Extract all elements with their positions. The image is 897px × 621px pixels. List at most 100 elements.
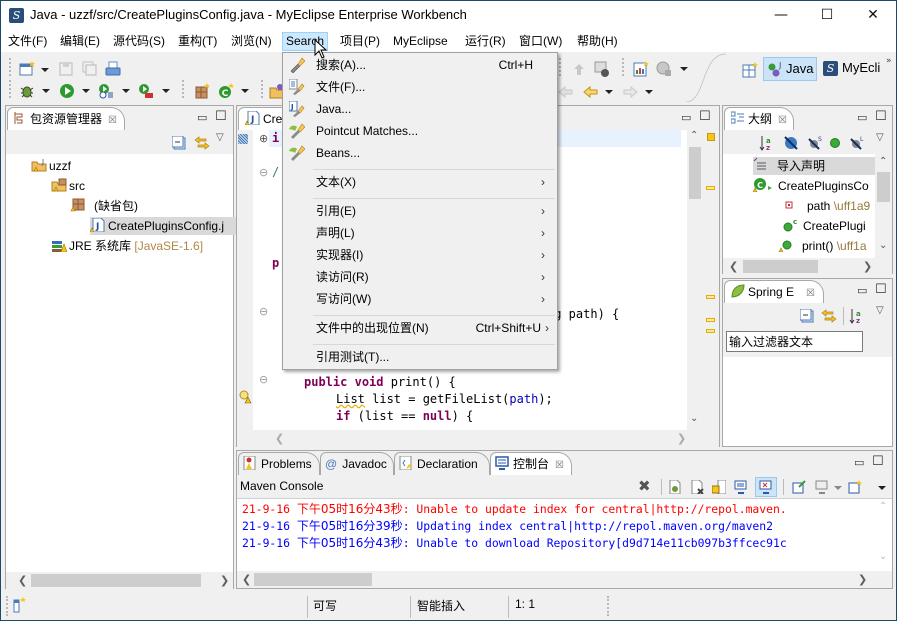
maximize-view-icon[interactable]: ☐ (215, 109, 227, 124)
editor-hscrollbar[interactable]: ❮ ❯ (237, 430, 719, 447)
outline-item-method[interactable]: print() \uff1a (778, 237, 867, 255)
scroll-lock-icon[interactable] (712, 480, 726, 494)
menu-item-implementors[interactable]: 实现器(I) › (285, 244, 555, 266)
toolbar-grip[interactable] (9, 58, 12, 76)
maximize-editor-icon[interactable]: ☐ (699, 109, 711, 124)
console-vscrollbar[interactable]: ⌃ ⌄ (875, 499, 892, 571)
run-history-icon[interactable] (98, 83, 114, 99)
forward-dropdown-icon[interactable] (645, 90, 653, 94)
scroll-left-icon[interactable]: ❮ (729, 258, 738, 275)
perspective-overflow-icon[interactable]: » (886, 56, 892, 66)
menu-item-occurrences-in-file[interactable]: 文件中的出现位置(N) Ctrl+Shift+U › (285, 317, 555, 339)
print-icon[interactable] (105, 61, 121, 77)
collapse-all-icon[interactable] (800, 309, 814, 323)
outline-item-constructor[interactable]: c CreatePlugi (783, 217, 866, 235)
display-console-dropdown-icon[interactable] (834, 486, 842, 490)
close-button[interactable]: ✕ (850, 1, 896, 30)
save-icon[interactable] (58, 61, 74, 77)
open-console-dropdown-icon[interactable] (878, 486, 886, 490)
menu-item-file-search[interactable]: 文件(F)... (285, 76, 555, 98)
maximize-view-icon[interactable]: ☐ (872, 454, 884, 469)
terminate-icon[interactable]: ✖ (638, 477, 651, 495)
scroll-left-icon[interactable]: ❮ (275, 430, 284, 447)
menu-refactor[interactable]: 重构(T) (175, 32, 220, 51)
link-with-editor-icon[interactable] (821, 308, 837, 324)
scroll-up-icon[interactable]: ⌃ (879, 156, 887, 167)
collapse-all-icon[interactable] (172, 136, 186, 150)
warning-overview-marker[interactable] (707, 133, 715, 141)
minimize-button[interactable]: — (758, 1, 804, 30)
new-package-icon[interactable] (194, 83, 210, 99)
tree-item-jre-library[interactable]: JRE 系统库 [JavaSE-1.6] (51, 237, 203, 255)
scroll-thumb[interactable] (31, 574, 201, 587)
new-class-dropdown-icon[interactable] (241, 89, 249, 93)
forward-icon[interactable] (622, 84, 638, 100)
scroll-thumb[interactable] (689, 147, 701, 199)
new-dropdown-icon[interactable] (41, 68, 49, 72)
menu-item-pointcut-matches[interactable]: Pointcut Matches... (285, 120, 555, 142)
scroll-thumb[interactable] (743, 260, 818, 273)
link-with-editor-icon[interactable] (194, 135, 210, 151)
outline-item-field[interactable]: path \uff1a9 (783, 197, 870, 215)
menu-item-java-search[interactable]: J Java... (285, 98, 555, 120)
hide-local-types-icon[interactable]: L (849, 135, 865, 151)
view-menu-icon[interactable]: ▽ (216, 132, 224, 143)
maximize-view-icon[interactable]: ☐ (875, 109, 887, 124)
console-hscrollbar[interactable]: ❮ ❯ (237, 571, 892, 588)
overview-marker[interactable] (706, 295, 715, 299)
external-tools-icon[interactable] (138, 83, 154, 99)
fast-view-icon[interactable] (13, 597, 27, 613)
overview-marker[interactable] (706, 318, 715, 322)
tree-item-java-file[interactable]: J CreatePluginsConfig.j (89, 217, 236, 235)
toolbar-grip[interactable] (261, 80, 264, 98)
menu-item-text[interactable]: 文本(X) › (285, 171, 555, 193)
menu-item-read-access[interactable]: 读访问(R) › (285, 266, 555, 288)
scroll-left-icon[interactable]: ❮ (242, 571, 251, 588)
overview-marker[interactable] (706, 329, 715, 333)
remove-launch-icon[interactable] (690, 480, 704, 494)
back-dropdown-icon[interactable] (605, 90, 613, 94)
hide-nonpublic-icon[interactable] (829, 137, 841, 149)
run-history-dropdown-icon[interactable] (122, 89, 130, 93)
minimize-editor-icon[interactable]: ▭ (681, 111, 691, 124)
toolbar-grip[interactable] (622, 58, 625, 76)
debug-console-icon[interactable] (668, 480, 682, 494)
scroll-down-icon[interactable]: ⌄ (879, 240, 887, 251)
show-on-error-button[interactable] (755, 477, 777, 497)
toolbar-grip[interactable] (182, 80, 185, 98)
menu-item-references[interactable]: 引用(E) › (285, 200, 555, 222)
open-perspective-icon[interactable] (742, 62, 758, 78)
view-menu-icon[interactable]: ▽ (876, 305, 884, 316)
maximize-view-icon[interactable]: ☐ (875, 282, 887, 297)
toolbar-grip[interactable] (9, 80, 12, 98)
fold-expand-icon[interactable]: ⊕ (259, 132, 268, 145)
tab-outline[interactable]: 大纲 ☒ (724, 107, 794, 130)
tab-spring-explorer[interactable]: Spring E ☒ (724, 280, 824, 303)
minimize-view-icon[interactable]: ▭ (197, 111, 207, 124)
debug-icon[interactable] (19, 83, 35, 99)
editor-vscrollbar[interactable]: ⌃ ⌄ (687, 130, 703, 430)
scroll-right-icon[interactable]: ❯ (677, 430, 686, 447)
menu-source[interactable]: 源代码(S) (110, 32, 168, 51)
menu-window[interactable]: 窗口(W) (516, 32, 565, 51)
menu-edit[interactable]: 编辑(E) (57, 32, 103, 51)
tree-item-src[interactable]: src (51, 177, 85, 195)
tab-console[interactable]: 控制台 ☒ (490, 452, 572, 475)
menu-navigate[interactable]: 浏览(N) (228, 32, 275, 51)
run-icon[interactable] (59, 83, 75, 99)
tab-javadoc[interactable]: @ Javadoc (320, 452, 394, 475)
fold-collapse-icon[interactable]: ⊖ (259, 305, 268, 318)
menu-item-beans[interactable]: Beans... (285, 142, 555, 164)
back-disabled-icon[interactable] (558, 84, 574, 100)
scroll-right-icon[interactable]: ❯ (863, 258, 872, 275)
minimize-view-icon[interactable]: ▭ (857, 111, 867, 124)
open-console-icon[interactable] (848, 480, 862, 494)
menu-project[interactable]: 项目(P) (337, 32, 383, 51)
minimize-view-icon[interactable]: ▭ (854, 456, 864, 469)
fold-collapse-icon[interactable]: ⊖ (259, 373, 268, 386)
close-tab-icon[interactable]: ☒ (806, 288, 815, 299)
tree-item-project[interactable]: Juzzf (31, 157, 71, 175)
maximize-button[interactable]: ☐ (804, 1, 850, 30)
new-wizard-icon[interactable] (19, 61, 35, 77)
minimize-view-icon[interactable]: ▭ (857, 284, 867, 297)
